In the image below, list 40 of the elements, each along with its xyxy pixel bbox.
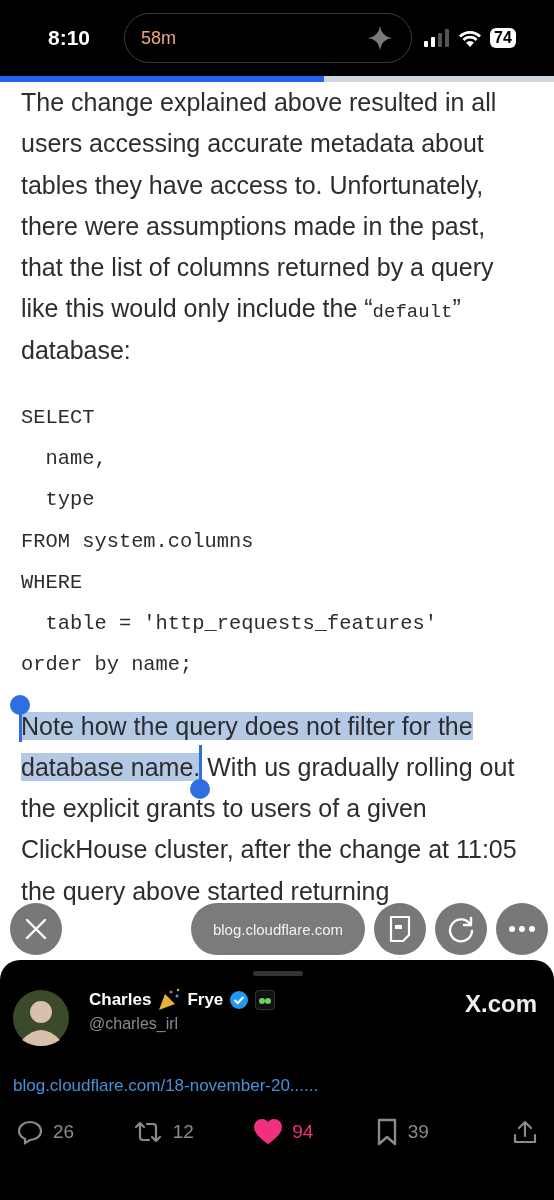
code-line: order by name; (21, 652, 194, 679)
party-popper-icon (157, 988, 182, 1012)
status-time: 8:10 (48, 26, 92, 50)
code-line: SELECT (21, 405, 96, 432)
url-button[interactable]: blog.cloudflare.com (190, 903, 365, 955)
repost-icon (132, 1119, 163, 1145)
code-line: name, (44, 446, 108, 473)
timer-text: 58m (141, 27, 176, 49)
avatar (13, 990, 69, 1046)
author-handle: @charles_irl (89, 1015, 180, 1033)
more-icon (508, 925, 536, 933)
action-button[interactable]: 12 (132, 1119, 255, 1145)
more-button[interactable] (496, 903, 548, 955)
code-line: table = 'http_requests_features' (44, 611, 439, 638)
reload-button[interactable] (435, 903, 487, 955)
heart-icon (254, 1119, 283, 1145)
signal-icon (424, 29, 450, 47)
action-button[interactable]: 39 (375, 1118, 513, 1146)
author-name: Charles (89, 990, 152, 1010)
reload-icon (447, 915, 475, 943)
author-name: Frye (187, 990, 224, 1010)
wifi-icon (458, 29, 482, 47)
sparkle-icon (367, 25, 393, 51)
bookmark-icon (375, 1118, 398, 1146)
share-icon (513, 1119, 537, 1145)
source-label: X.com (464, 990, 537, 1018)
close-icon (24, 917, 48, 941)
action-button[interactable] (513, 1119, 537, 1145)
code-line: WHERE (21, 569, 84, 596)
reader-button[interactable] (374, 903, 426, 955)
close-button[interactable] (10, 903, 62, 955)
battery-level: 74 (490, 28, 516, 48)
post-link[interactable]: blog.cloudflare.com/18-november-20...... (13, 1076, 537, 1096)
page-icon (388, 915, 412, 943)
code-line: FROM system.columns (21, 528, 255, 555)
action-button[interactable]: 26 (17, 1119, 133, 1145)
speech-bubble-icon (17, 1119, 43, 1145)
action-button[interactable]: 94 (254, 1119, 376, 1145)
code-line: type (44, 487, 96, 514)
article-paragraph: The change explained above resulted in all users accessing accurate metadata about tables they have access to. Unfortunately, there were assumptions made in the past, that the list of columns returned by a query like this would only include the “default” database: (21, 87, 498, 366)
